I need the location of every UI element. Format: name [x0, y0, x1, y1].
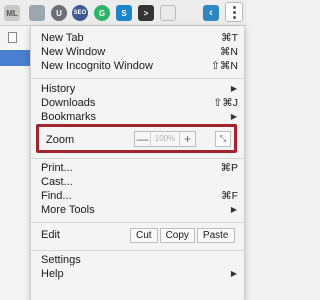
leaf-icon[interactable] [29, 5, 45, 21]
edit-buttons: Cut Copy Paste [130, 228, 237, 243]
menu-item-more-tools[interactable]: More Tools ▶ [31, 203, 246, 217]
shortcut-label: ⇧⌘N [211, 60, 238, 72]
menu-item-label: Cast... [41, 176, 73, 188]
page-header-strip [0, 50, 30, 66]
menu-item-label: Downloads [41, 97, 96, 109]
shortcut-label: ⌘P [220, 162, 238, 174]
shortcut-label: ⌘N [219, 46, 238, 58]
menu-item-edit: Edit Cut Copy Paste [31, 228, 246, 244]
menu-separator [31, 250, 246, 251]
mail-icon[interactable]: ML [4, 5, 20, 21]
browser-toolbar: ML U SEO G S > ‹ [0, 0, 247, 26]
menu-item-new-incognito[interactable]: New Incognito Window ⇧⌘N [31, 59, 246, 73]
zoom-level: 100% [150, 132, 180, 146]
chrome-dropdown-menu: New Tab ⌘T New Window ⌘N New Incognito W… [30, 26, 246, 300]
menu-item-history[interactable]: History ▶ [31, 82, 246, 96]
copy-button[interactable]: Copy [159, 228, 195, 243]
menu-item-cast[interactable]: Cast... [31, 175, 246, 189]
menu-item-new-window[interactable]: New Window ⌘N [31, 45, 246, 59]
submenu-arrow-icon: ▶ [230, 269, 237, 278]
menu-item-bookmarks[interactable]: Bookmarks ▶ [31, 110, 246, 124]
chrome-menu-icon[interactable] [225, 2, 243, 22]
cut-button[interactable]: Cut [130, 228, 158, 243]
zoom-label: Zoom [46, 134, 75, 146]
menu-item-label: New Tab [41, 32, 84, 44]
menu-item-new-tab[interactable]: New Tab ⌘T [31, 31, 246, 45]
menu-item-label: Help [41, 268, 64, 280]
menu-item-label: Print... [41, 162, 73, 174]
paste-button[interactable]: Paste [196, 228, 235, 243]
menu-item-label: Settings [41, 254, 81, 266]
menu-item-settings[interactable]: Settings [31, 253, 246, 267]
menu-item-label: New Incognito Window [41, 60, 153, 72]
submenu-arrow-icon: ▶ [230, 84, 237, 93]
menu-item-label: History [41, 83, 76, 95]
badge-icon[interactable]: SEO [72, 5, 88, 21]
shortcut-label: ⇧⌘J [213, 97, 238, 109]
shortcut-label: ⌘F [221, 190, 238, 202]
zoom-control: — 100% + [134, 131, 196, 147]
menu-item-label: Find... [41, 190, 72, 202]
menu-item-find[interactable]: Find... ⌘F [31, 189, 246, 203]
menu-item-label: New Window [41, 46, 106, 58]
box-icon[interactable] [160, 5, 176, 21]
fullscreen-icon[interactable]: ⤡ [215, 131, 231, 147]
submenu-arrow-icon: ▶ [230, 112, 237, 121]
menu-item-help[interactable]: Help ▶ [31, 267, 246, 281]
menu-item-label: More Tools [41, 204, 95, 216]
menu-separator [31, 158, 246, 159]
page-background [0, 26, 30, 300]
shortcut-label: ⌘T [221, 32, 238, 44]
menu-separator [31, 78, 246, 79]
grammarly-icon[interactable]: G [94, 5, 110, 21]
zoom-in-button[interactable]: + [180, 132, 195, 146]
menu-item-label: Bookmarks [41, 111, 97, 123]
zoom-highlight: Zoom — 100% + ⤡ [36, 124, 237, 153]
back-icon[interactable]: ‹ [203, 5, 219, 21]
menu-item-downloads[interactable]: Downloads ⇧⌘J [31, 96, 246, 110]
shield-icon[interactable]: U [51, 5, 67, 21]
skype-icon[interactable]: S [116, 5, 132, 21]
menu-separator [31, 222, 246, 223]
menu-item-print[interactable]: Print... ⌘P [31, 161, 246, 175]
menu-item-label: Edit [41, 229, 60, 241]
document-icon [8, 32, 17, 43]
submenu-arrow-icon: ▶ [230, 205, 237, 214]
zoom-out-button[interactable]: — [135, 132, 150, 146]
terminal-icon[interactable]: > [138, 5, 154, 21]
